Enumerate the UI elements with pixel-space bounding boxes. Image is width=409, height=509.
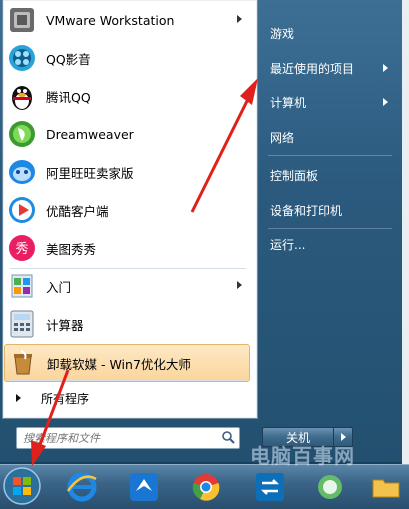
program-item-tencent-qq[interactable]: 腾讯QQ bbox=[4, 78, 248, 114]
qq-player-icon bbox=[6, 42, 38, 74]
uninstall-icon bbox=[7, 347, 39, 379]
right-item-label: 计算机 bbox=[270, 95, 307, 110]
program-item-calculator[interactable]: 计算器 bbox=[4, 306, 248, 342]
program-label: 入门 bbox=[46, 279, 72, 295]
search-input[interactable] bbox=[17, 430, 215, 446]
search-box[interactable] bbox=[16, 427, 240, 449]
programs-separator bbox=[10, 380, 246, 381]
program-item-getting-started[interactable]: 入门 bbox=[4, 268, 248, 304]
qq-penguin-icon bbox=[6, 80, 38, 112]
program-label: 阿里旺旺卖家版 bbox=[46, 165, 134, 181]
thunder-taskbar-icon[interactable] bbox=[126, 469, 162, 505]
right-item-run[interactable]: 运行... bbox=[264, 231, 396, 257]
program-label: 优酷客户端 bbox=[46, 203, 109, 219]
program-label: 计算器 bbox=[46, 317, 84, 333]
program-label: 美图秀秀 bbox=[46, 241, 97, 257]
expand-arrow-icon bbox=[16, 394, 21, 402]
start-orb-button[interactable] bbox=[2, 466, 42, 506]
program-label: VMware Workstation bbox=[46, 12, 175, 28]
submenu-arrow-icon bbox=[237, 281, 242, 289]
vmware-icon bbox=[6, 4, 38, 36]
green-app-taskbar-icon[interactable] bbox=[312, 469, 348, 505]
search-icon[interactable] bbox=[221, 430, 235, 447]
program-item-youku[interactable]: 优酷客户端 bbox=[4, 192, 248, 228]
right-item-label: 运行... bbox=[270, 237, 306, 252]
calculator-icon bbox=[6, 308, 38, 340]
right-separator bbox=[268, 228, 392, 229]
program-item-dreamweaver[interactable]: Dreamweaver bbox=[4, 116, 248, 152]
aliwangwang-icon bbox=[6, 156, 38, 188]
right-separator bbox=[268, 155, 392, 156]
chrome-taskbar-icon[interactable] bbox=[188, 469, 224, 505]
all-programs-label: 所有程序 bbox=[41, 391, 90, 406]
right-item-games[interactable]: 游戏 bbox=[264, 20, 396, 46]
right-item-label: 设备和打印机 bbox=[270, 203, 343, 218]
right-item-label: 网络 bbox=[270, 130, 295, 145]
right-item-recent-items[interactable]: 最近使用的项目 bbox=[264, 55, 396, 81]
program-label: QQ影音 bbox=[46, 51, 91, 67]
start-menu: VMware Workstation QQ影音 腾讯QQ Dreamweaver… bbox=[0, 0, 403, 462]
desktop-edge bbox=[402, 0, 409, 464]
submenu-arrow-icon bbox=[383, 64, 388, 72]
right-item-label: 游戏 bbox=[270, 26, 295, 41]
right-item-computer[interactable]: 计算机 bbox=[264, 89, 396, 115]
program-label: 卸载软媒 - Win7优化大师 bbox=[47, 356, 191, 372]
watermark-text: 电脑百事网 bbox=[250, 444, 355, 468]
program-item-vmware[interactable]: VMware Workstation bbox=[4, 2, 248, 38]
svg-text:秀: 秀 bbox=[15, 242, 28, 257]
sync-taskbar-icon[interactable] bbox=[252, 469, 288, 505]
explorer-folder-taskbar-icon[interactable] bbox=[368, 469, 404, 505]
program-item-meitu[interactable]: 秀 美图秀秀 bbox=[4, 230, 248, 266]
getting-started-icon bbox=[6, 270, 38, 302]
program-item-uninstall-win7-optimizer[interactable]: 卸载软媒 - Win7优化大师 bbox=[4, 344, 250, 382]
meitu-icon: 秀 bbox=[6, 232, 38, 264]
submenu-arrow-icon bbox=[383, 98, 388, 106]
dreamweaver-icon bbox=[6, 118, 38, 150]
program-item-qq-player[interactable]: QQ影音 bbox=[4, 40, 248, 76]
all-programs-button[interactable]: 所有程序 bbox=[4, 384, 248, 412]
program-item-aliwangwang[interactable]: 阿里旺旺卖家版 bbox=[4, 154, 248, 190]
right-item-label: 控制面板 bbox=[270, 168, 319, 183]
submenu-arrow-icon bbox=[237, 15, 242, 23]
ie-taskbar-icon[interactable] bbox=[64, 469, 100, 505]
right-item-devices-printers[interactable]: 设备和打印机 bbox=[264, 197, 396, 223]
program-label: Dreamweaver bbox=[46, 126, 134, 142]
right-item-control-panel[interactable]: 控制面板 bbox=[264, 162, 396, 188]
right-item-network[interactable]: 网络 bbox=[264, 124, 396, 150]
taskbar bbox=[0, 464, 409, 509]
program-label: 腾讯QQ bbox=[46, 89, 91, 105]
youku-icon bbox=[6, 194, 38, 226]
right-item-label: 最近使用的项目 bbox=[270, 61, 355, 76]
